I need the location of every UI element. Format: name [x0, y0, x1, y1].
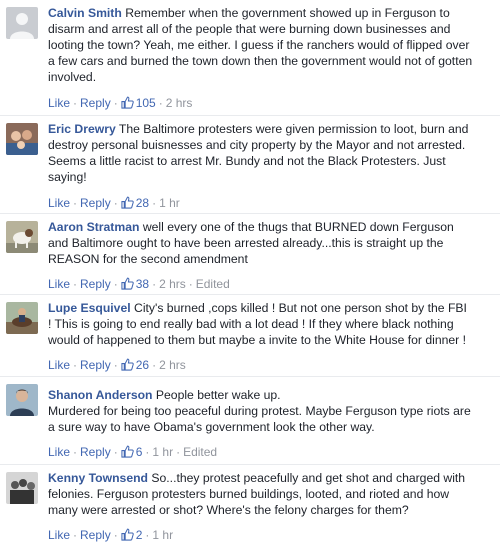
thumbs-up-icon[interactable] [121, 358, 134, 371]
comment: Eric Drewry The Baltimore protesters wer… [0, 116, 500, 214]
avatar[interactable] [6, 472, 38, 504]
reply-link[interactable]: Reply [80, 445, 111, 459]
comment-timestamp[interactable]: 2 hrs [166, 96, 193, 110]
comment-timestamp[interactable]: 2 hrs [159, 358, 186, 372]
avatar[interactable] [6, 302, 38, 334]
comment-actions: Like · Reply · 26 · 2 hrs [48, 358, 186, 372]
thumbs-up-icon[interactable] [121, 528, 134, 541]
comment: Shanon Anderson People better wake up. M… [0, 377, 500, 465]
reply-link[interactable]: Reply [80, 358, 111, 372]
like-link[interactable]: Like [48, 277, 70, 291]
like-link[interactable]: Like [48, 358, 70, 372]
comment: Kenny Townsend So...they protest peacefu… [0, 465, 500, 547]
avatar[interactable] [6, 384, 38, 416]
thumbs-up-icon[interactable] [121, 277, 134, 290]
comment-timestamp[interactable]: 1 hr [152, 445, 173, 459]
like-link[interactable]: Like [48, 96, 70, 110]
thumbs-up-icon[interactable] [121, 96, 134, 109]
thumbs-up-icon[interactable] [121, 445, 134, 458]
comment-author[interactable]: Shanon Anderson [48, 388, 153, 402]
avatar[interactable] [6, 221, 38, 253]
avatar[interactable] [6, 123, 38, 155]
like-count[interactable]: 38 [136, 277, 149, 291]
like-link[interactable]: Like [48, 445, 70, 459]
comment-author[interactable]: Calvin Smith [48, 6, 122, 20]
like-count[interactable]: 26 [136, 358, 149, 372]
edited-label[interactable]: Edited [183, 445, 217, 459]
like-link[interactable]: Like [48, 528, 70, 542]
avatar-aaron-stratman-icon [6, 221, 38, 253]
avatar-kenny-townsend-icon [6, 472, 38, 504]
reply-link[interactable]: Reply [80, 196, 111, 210]
reply-link[interactable]: Reply [80, 96, 111, 110]
comment-author[interactable]: Eric Drewry [48, 122, 116, 136]
comment-actions: Like · Reply · 38 · 2 hrs · Edited [48, 277, 230, 291]
comment-actions: Like · Reply · 105 · 2 hrs [48, 96, 193, 110]
comment-author[interactable]: Kenny Townsend [48, 471, 148, 485]
edited-label[interactable]: Edited [196, 277, 230, 291]
like-count[interactable]: 28 [136, 196, 149, 210]
comment-timestamp[interactable]: 2 hrs [159, 277, 186, 291]
comment-actions: Like · Reply · 2 · 1 hr [48, 528, 174, 542]
comment-timestamp[interactable]: 1 hr [152, 528, 173, 542]
reply-link[interactable]: Reply [80, 528, 111, 542]
comment: Aaron Stratman well every one of the thu… [0, 214, 500, 295]
comment-list: Calvin Smith Remember when the governmen… [0, 0, 500, 547]
comment-timestamp[interactable]: 1 hr [159, 196, 180, 210]
avatar-lupe-esquivel-icon [6, 302, 38, 334]
comment: Calvin Smith Remember when the governmen… [0, 0, 500, 116]
avatar-calvin-smith-icon [6, 7, 38, 39]
avatar-shanon-anderson-icon [6, 384, 38, 416]
like-count[interactable]: 105 [136, 96, 156, 110]
comment-author[interactable]: Aaron Stratman [48, 220, 139, 234]
comment-actions: Like · Reply · 28 · 1 hr [48, 196, 180, 210]
comment-actions: Like · Reply · 6 · 1 hr · Edited [48, 445, 218, 459]
comment: Lupe Esquivel City's burned ,cops killed… [0, 295, 500, 377]
avatar[interactable] [6, 7, 38, 39]
reply-link[interactable]: Reply [80, 277, 111, 291]
comment-author[interactable]: Lupe Esquivel [48, 301, 131, 315]
avatar-eric-drewry-icon [6, 123, 38, 155]
like-link[interactable]: Like [48, 196, 70, 210]
thumbs-up-icon[interactable] [121, 196, 134, 209]
